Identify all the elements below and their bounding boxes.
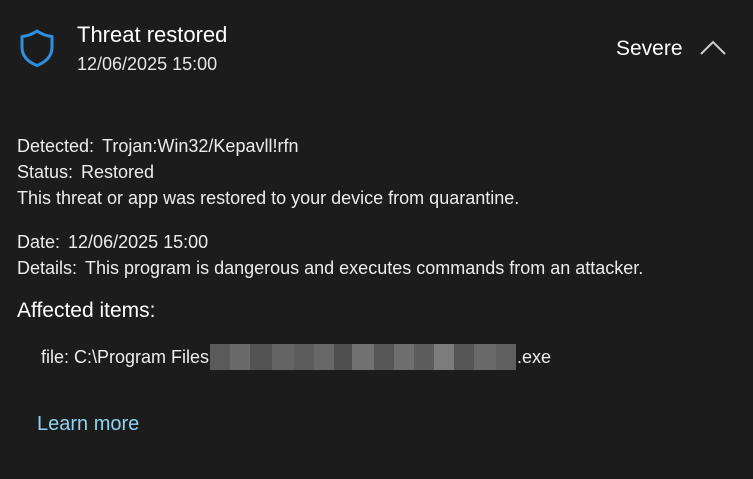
date-label: Date: <box>17 232 61 252</box>
affected-file-item: file: C:\Program Files .exe <box>41 344 551 370</box>
threat-title: Threat restored <box>77 22 228 47</box>
status-label: Status: <box>17 162 74 182</box>
details-row: Details: This program is dangerous and ex… <box>17 255 737 281</box>
details-value: This program is dangerous and executes c… <box>85 258 644 278</box>
chevron-up-icon[interactable] <box>699 36 727 58</box>
threat-timestamp: 12/06/2025 15:00 <box>77 54 218 74</box>
date-value: 12/06/2025 15:00 <box>68 232 209 252</box>
threat-detail-panel: Threat restored 12/06/2025 15:00 Severe … <box>0 0 753 479</box>
status-value: Restored <box>81 162 155 182</box>
affected-items-heading: Affected items: <box>17 299 156 322</box>
shield-icon <box>20 29 54 67</box>
details-label: Details: <box>17 258 78 278</box>
detected-row: Detected: Trojan:Win32/Kepavll!rfn <box>17 133 737 159</box>
status-description: This threat or app was restored to your … <box>17 188 520 208</box>
date-row: Date: 12/06/2025 15:00 <box>17 229 737 255</box>
redacted-path-block <box>210 344 517 370</box>
file-path-prefix: file: C:\Program Files <box>41 346 210 367</box>
severity-label: Severe <box>616 37 683 60</box>
file-path-suffix: .exe <box>517 346 552 367</box>
learn-more-link[interactable]: Learn more <box>37 413 139 436</box>
detected-value: Trojan:Win32/Kepavll!rfn <box>102 136 299 156</box>
threat-details: Detected: Trojan:Win32/Kepavll!rfn Status… <box>17 133 737 281</box>
detected-label: Detected: <box>17 136 95 156</box>
status-row: Status: Restored <box>17 159 737 185</box>
threat-header[interactable]: Threat restored 12/06/2025 15:00 Severe <box>0 0 753 96</box>
